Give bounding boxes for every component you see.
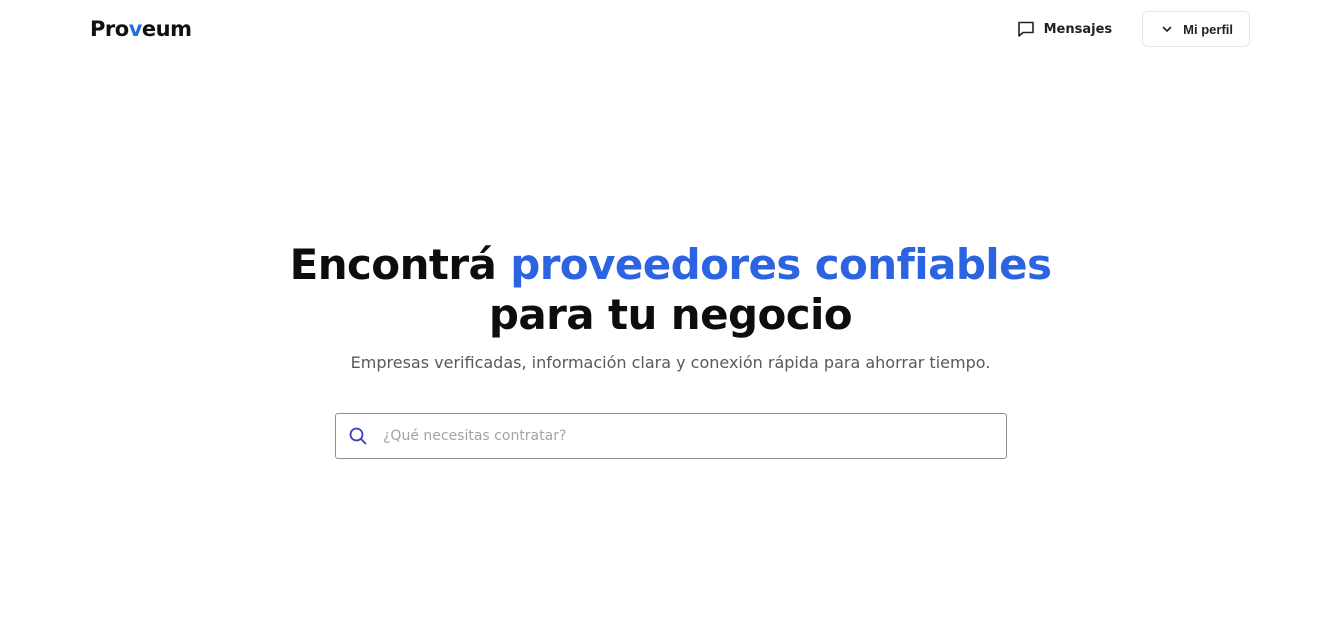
top-navbar: Pro v eum Mensajes Mi perfil xyxy=(0,0,1341,58)
chevron-down-icon xyxy=(1160,22,1174,36)
messages-link[interactable]: Mensajes xyxy=(1006,11,1123,47)
brand-logo[interactable]: Pro v eum xyxy=(90,15,192,43)
search-icon xyxy=(348,426,368,446)
profile-label: Mi perfil xyxy=(1183,21,1233,37)
hero-subtitle: Empresas verificadas, información clara … xyxy=(350,353,991,372)
search-bar xyxy=(335,413,1007,459)
logo-text-accent: v xyxy=(128,17,143,41)
hero-section: Encontrá proveedores confiables para tu … xyxy=(0,240,1341,374)
page: Pro v eum Mensajes Mi perfil Encontrá pr… xyxy=(0,0,1341,624)
nav-actions: Mensajes Mi perfil xyxy=(1006,11,1250,47)
messages-label: Mensajes xyxy=(1043,21,1113,37)
chat-bubble-icon xyxy=(1016,19,1036,39)
hero-headline: Encontrá proveedores confiables para tu … xyxy=(0,240,1341,340)
logo-text-end: eum xyxy=(141,17,192,41)
search-input[interactable] xyxy=(383,416,1006,456)
headline-highlight: proveedores confiables xyxy=(510,240,1052,289)
headline-part-2: para tu negocio xyxy=(488,290,853,339)
profile-menu-button[interactable]: Mi perfil xyxy=(1142,11,1250,47)
logo-text-start: Pro xyxy=(90,17,129,41)
headline-part-1: Encontrá xyxy=(289,240,497,289)
